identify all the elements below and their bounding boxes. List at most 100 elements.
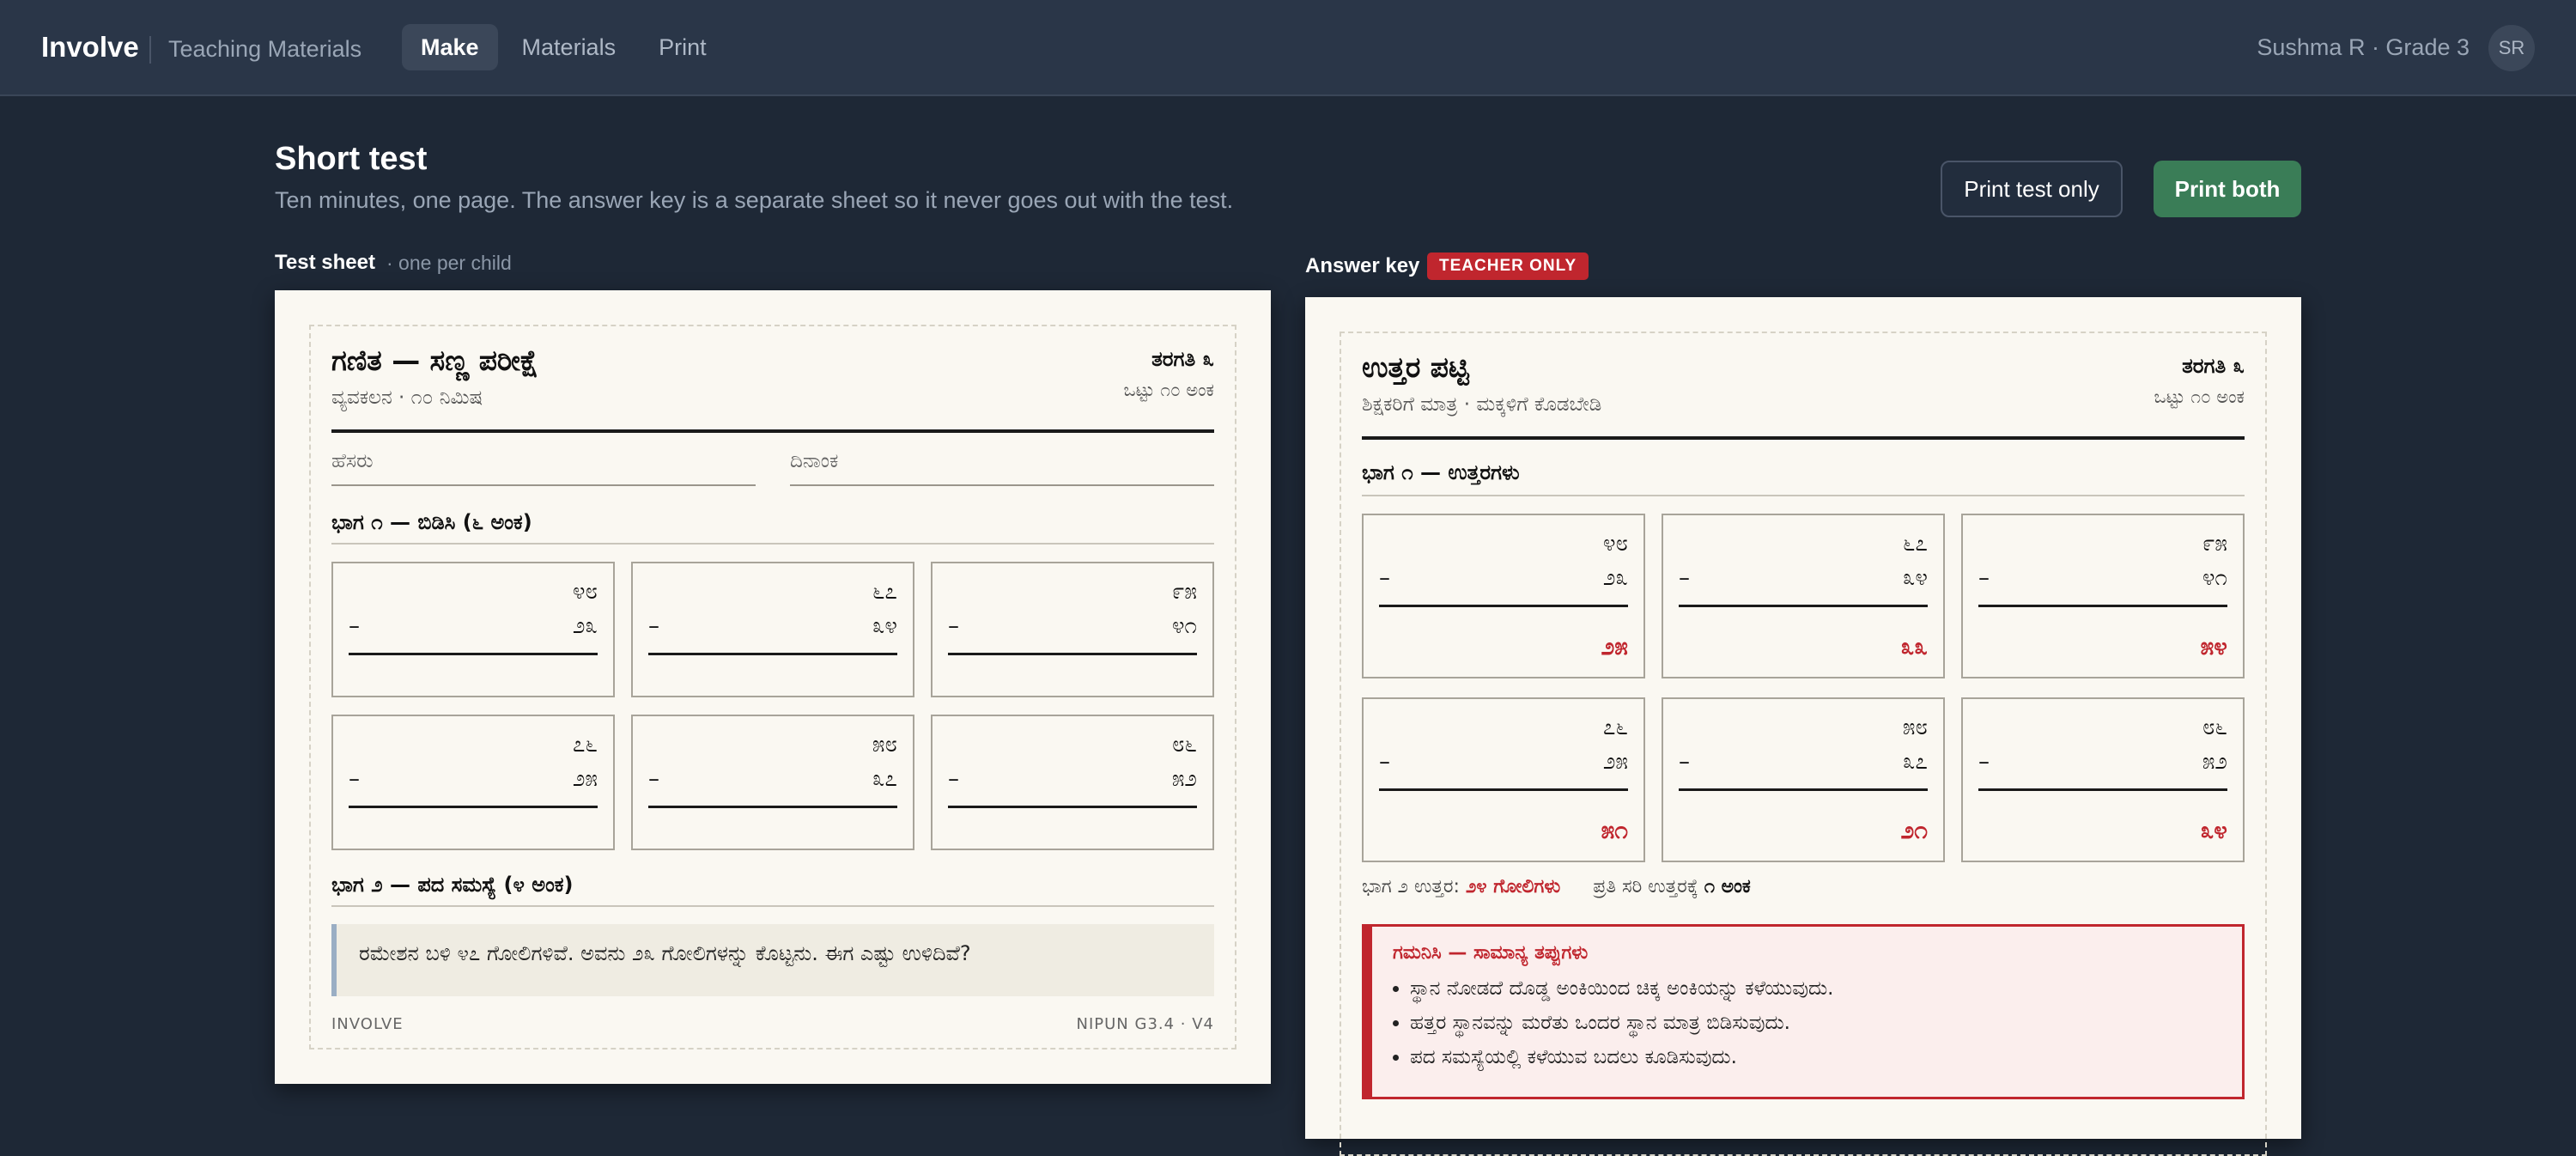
problem-bottom-number: ೫೨ [1171, 766, 1197, 792]
answer-line [948, 653, 1197, 655]
problem-top-number: ೫೮ [1902, 715, 1928, 740]
list-item: ಹತ್ತರ ಸ್ಥಾನವನ್ನು ಮರೆತು ಒಂದರ ಸ್ಥಾನ ಮಾತ್ರ … [1410, 1006, 1833, 1040]
answer-value: ೩೪ [2200, 816, 2227, 844]
answer-card: ೮೬ – ೫೨ ೩೪ [1961, 697, 2245, 862]
problem-top-number: ೪೮ [1602, 531, 1628, 557]
test-total-marks: ಒಟ್ಟು ೧೦ ಅಂಕ [1123, 380, 1214, 400]
name-field-line[interactable] [331, 484, 756, 486]
part2-rule [331, 905, 1214, 907]
part1-rule [331, 543, 1214, 545]
test-sheet-note: · one per child [386, 252, 512, 274]
answer-line [1679, 605, 1928, 607]
answer-card: ೯೫ – ೪೧ ೫೪ [1961, 514, 2245, 678]
key-part1-rule [1362, 495, 2245, 496]
answer-line [1978, 605, 2227, 607]
minus-sign: – [349, 613, 360, 639]
minus-sign: – [1679, 565, 1690, 591]
problem-top-number: ೯೫ [2202, 531, 2227, 557]
minus-sign: – [948, 613, 959, 639]
problem-bottom-number: ೨೩ [1602, 565, 1628, 591]
brand-divider [149, 36, 151, 64]
part2-heading: ಭಾಗ ೨ — ಪದ ಸಮಸ್ಯೆ (೪ ಅಂಕ) [331, 873, 574, 897]
problem-bottom-number: ೫೨ [2202, 749, 2227, 775]
answer-key-sheet: ಉತ್ತರ ಪಟ್ಟಿ ಶಿಕ್ಷಕರಿಗೆ ಮಾತ್ರ · ಮಕ್ಕಳಿಗೆ … [1305, 297, 2301, 1156]
answer-value: ೨೫ [1601, 632, 1628, 660]
problem-bottom-number: ೨೩ [572, 613, 598, 639]
problem-bottom-number: ೪೧ [2202, 565, 2227, 591]
main-nav: Make Materials Print [402, 24, 731, 70]
answer-line [1379, 788, 1628, 791]
answer-card: ೭೬ – ೨೫ ೫೧ [1362, 697, 1645, 862]
part2-answer-value: ೨೪ ಗೋಲಿಗಳು [1465, 876, 1561, 897]
brand-logo[interactable]: Involve [41, 31, 139, 64]
nav-print[interactable]: Print [640, 24, 726, 70]
minus-sign: – [1978, 749, 1990, 775]
minus-sign: – [1379, 565, 1390, 591]
answer-line [1379, 605, 1628, 607]
answer-line [349, 806, 598, 808]
answer-card: ೫೮ – ೩೭ ೨೧ [1662, 697, 1945, 862]
list-item: ಸ್ಥಾನ ನೋಡದೆ ದೊಡ್ಡ ಅಂಕಿಯಿಂದ ಚಿಕ್ಕ ಅಂಕಿಯನ್… [1410, 971, 1833, 1006]
per-answer-prefix: ಪ್ರತಿ ಸರಿ ಉತ್ತರಕ್ಕೆ [1593, 876, 1698, 897]
problem-card: ೭೬ – ೨೫ [331, 715, 615, 850]
problem-top-number: ೯೫ [1171, 579, 1197, 605]
nav-materials[interactable]: Materials [503, 24, 635, 70]
problem-bottom-number: ೩೪ [872, 613, 897, 639]
date-field-label: ದಿನಾಂಕ [790, 450, 839, 472]
part1-heading: ಭಾಗ ೧ — ಬಿಡಿಸಿ (೬ ಅಂಕ) [331, 510, 532, 534]
name-field-label: ಹೆಸರು [331, 450, 374, 472]
key-total-marks: ಒಟ್ಟು ೧೦ ಅಂಕ [2154, 386, 2245, 407]
answer-value: ೨೧ [1900, 816, 1928, 844]
minus-sign: – [1679, 749, 1690, 775]
common-mistakes-box: ಗಮನಿಸಿ — ಸಾಮಾನ್ಯ ತಪ್ಪುಗಳು ಸ್ಥಾನ ನೋಡದೆ ದೊ… [1362, 924, 2245, 1099]
nav-make[interactable]: Make [402, 24, 498, 70]
date-field-line[interactable] [790, 484, 1214, 486]
minus-sign: – [648, 613, 659, 639]
minus-sign: – [1379, 749, 1390, 775]
answer-value: ೩೩ [1900, 632, 1928, 660]
top-bar: Involve Teaching Materials Make Material… [0, 0, 2576, 96]
user-name: Sushma R · Grade 3 [2257, 34, 2470, 60]
problem-top-number: ೪೮ [572, 579, 598, 605]
answer-line [948, 806, 1197, 808]
problem-top-number: ೬೭ [872, 579, 897, 605]
header-rule [331, 429, 1214, 433]
print-test-only-button[interactable]: Print test only [1941, 161, 2123, 217]
problem-bottom-number: ೪೧ [1171, 613, 1197, 639]
problem-card: ೮೬ – ೫೨ [931, 715, 1214, 850]
answer-line [648, 806, 897, 808]
test-subtitle: ವ್ಯವಕಲನ · ೧೦ ನಿಮಿಷ [331, 386, 483, 409]
test-grade: ತರಗತಿ ೩ [1151, 347, 1214, 371]
teacher-only-badge: TEACHER ONLY [1427, 252, 1589, 280]
answer-card: ೪೮ – ೨೩ ೨೫ [1362, 514, 1645, 678]
answer-value: ೫೪ [2200, 632, 2227, 660]
problem-bottom-number: ೩೭ [1902, 749, 1928, 775]
key-grade: ತರಗತಿ ೩ [2182, 354, 2245, 378]
problem-bottom-number: ೨೫ [572, 766, 598, 792]
answer-line [349, 653, 598, 655]
problem-top-number: ೬೭ [1902, 531, 1928, 557]
answer-value: ೫೧ [1601, 816, 1628, 844]
minus-sign: – [648, 766, 659, 792]
problem-top-number: ೫೮ [872, 732, 897, 757]
common-mistakes-list: ಸ್ಥಾನ ನೋಡದೆ ದೊಡ್ಡ ಅಂಕಿಯಿಂದ ಚಿಕ್ಕ ಅಂಕಿಯನ್… [1389, 971, 1833, 1074]
problem-card: ೬೭ – ೩೪ [631, 562, 914, 697]
common-mistakes-title: ಗಮನಿಸಿ — ಸಾಮಾನ್ಯ ತಪ್ಪುಗಳು [1393, 942, 1589, 964]
part2-answer-line: ಭಾಗ ೨ ಉತ್ತರ: ೨೪ ಗೋಲಿಗಳು ಪ್ರತಿ ಸರಿ ಉತ್ತರಕ… [1362, 876, 1751, 897]
answer-line [1978, 788, 2227, 791]
test-title: ಗಣಿತ — ಸಣ್ಣ ಪರೀಕ್ಷೆ [331, 344, 539, 377]
print-both-button[interactable]: Print both [2154, 161, 2301, 217]
problem-bottom-number: ೩೪ [1902, 565, 1928, 591]
answer-line [648, 653, 897, 655]
key-title: ಉತ್ತರ ಪಟ್ಟಿ [1362, 350, 1469, 384]
avatar[interactable]: SR [2488, 25, 2535, 71]
per-answer-marks: ೧ ಅಂಕ [1704, 876, 1751, 897]
problem-card: ೯೫ – ೪೧ [931, 562, 1214, 697]
list-item: ಪದ ಸಮಸ್ಯೆಯಲ್ಲಿ ಕಳೆಯುವ ಬದಲು ಕೂಡಿಸುವುದು. [1410, 1040, 1833, 1074]
answer-key-label: Answer key [1305, 254, 1420, 277]
key-header-rule [1362, 436, 2245, 440]
word-problem: ರಮೇಶನ ಬಳಿ ೪೭ ಗೋಲಿಗಳಿವೆ. ಅವನು ೨೩ ಗೋಲಿಗಳನ್… [331, 924, 1214, 996]
test-sheet-label: Test sheet [275, 251, 375, 274]
part2-answer-prefix: ಭಾಗ ೨ ಉತ್ತರ: [1362, 876, 1460, 897]
brand-subtitle: Teaching Materials [168, 36, 362, 62]
